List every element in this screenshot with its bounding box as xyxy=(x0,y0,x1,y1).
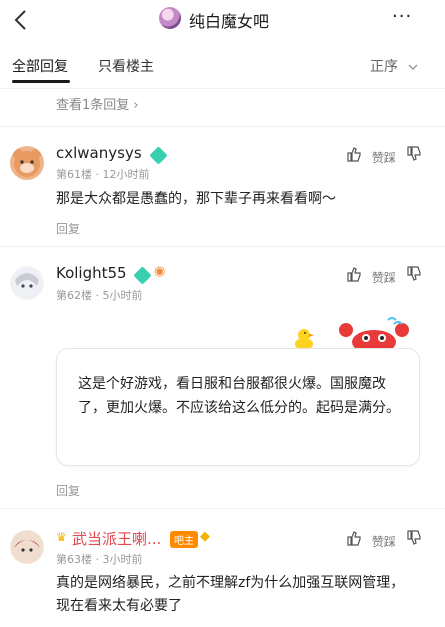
like-label: 赞踩 xyxy=(371,535,396,549)
bear-avatar-icon xyxy=(13,149,41,177)
reply-button[interactable]: 回复 xyxy=(56,482,80,499)
avatar[interactable] xyxy=(10,146,44,180)
more-button[interactable]: ··· xyxy=(392,6,412,27)
floor-number: 第61楼 xyxy=(56,168,92,181)
post-divider xyxy=(0,246,445,247)
crown-icon: ♛ xyxy=(56,530,67,544)
post-time: 12小时前 xyxy=(102,168,150,181)
post-time: 3小时前 xyxy=(102,553,143,566)
like-label: 赞踩 xyxy=(371,151,396,165)
owner-badge: 吧主 xyxy=(170,531,198,548)
sort-label: 正序 xyxy=(370,59,398,75)
sort-dropdown[interactable]: 正序 xyxy=(370,56,418,76)
post-divider xyxy=(0,508,445,509)
username[interactable]: cxlwanysys xyxy=(56,144,142,162)
tab-all-replies[interactable]: 全部回复 xyxy=(12,56,68,76)
thumbs-down-icon[interactable] xyxy=(406,266,422,285)
like-dislike-group[interactable]: 赞踩 xyxy=(346,146,422,166)
forum-title[interactable]: 纯白魔女吧 xyxy=(189,8,269,32)
tab-active-indicator xyxy=(12,80,70,83)
like-label: 赞踩 xyxy=(371,271,396,285)
character-avatar-icon xyxy=(11,531,43,563)
post-divider xyxy=(0,126,445,127)
reply-button[interactable]: 回复 xyxy=(56,220,80,237)
floor-number: 第62楼 xyxy=(56,289,92,302)
post-meta: 第63楼 · 3小时前 xyxy=(56,553,143,566)
chevron-left-icon xyxy=(14,10,26,30)
vip-badge-icon xyxy=(133,266,152,285)
post-meta: 第62楼 · 5小时前 xyxy=(56,289,143,302)
floor-number: 第63楼 xyxy=(56,553,92,566)
like-dislike-group[interactable]: 赞踩 xyxy=(346,266,422,286)
post-content: 那是大众都是愚蠢的，那下辈子再来看看啊～ xyxy=(56,191,336,207)
thumbs-up-icon[interactable] xyxy=(346,147,366,165)
thumbs-up-icon[interactable] xyxy=(346,267,366,285)
anime-avatar-icon xyxy=(11,267,43,299)
post-content: 这是个好游戏，看日服和台服都很火爆。国服魔改了，更加火爆。不应该给这么低分的。起… xyxy=(78,376,400,416)
like-dislike-group[interactable]: 赞踩 xyxy=(346,530,422,550)
vip-badge-icon xyxy=(149,146,168,165)
post-meta: 第61楼 · 12小时前 xyxy=(56,168,150,181)
tabs-divider xyxy=(0,88,445,89)
thumbs-down-icon[interactable] xyxy=(406,146,422,165)
view-replies-link[interactable]: 查看1条回复 › xyxy=(56,94,139,113)
chevron-right-icon: › xyxy=(133,98,139,113)
diamond-badge-icon: ◆ xyxy=(200,529,210,544)
back-button[interactable] xyxy=(10,8,34,32)
username[interactable]: 武当派王喇... xyxy=(72,528,161,549)
level-badge-icon: ◉ xyxy=(154,264,166,279)
forum-avatar[interactable] xyxy=(159,7,181,29)
post-time: 5小时前 xyxy=(102,289,143,302)
post-content: 真的是网络暴民，之前不理解zf为什么加强互联网管理，现在看来太有必要了 xyxy=(56,575,405,614)
view-replies-label: 查看1条回复 xyxy=(56,98,130,113)
chevron-down-icon xyxy=(408,64,418,70)
avatar[interactable] xyxy=(10,530,44,564)
username[interactable]: Kolight55 xyxy=(56,264,127,282)
avatar[interactable] xyxy=(10,266,44,300)
thumbs-up-icon[interactable] xyxy=(346,531,366,549)
tab-owner-only[interactable]: 只看楼主 xyxy=(98,56,154,76)
thumbs-down-icon[interactable] xyxy=(406,530,422,549)
